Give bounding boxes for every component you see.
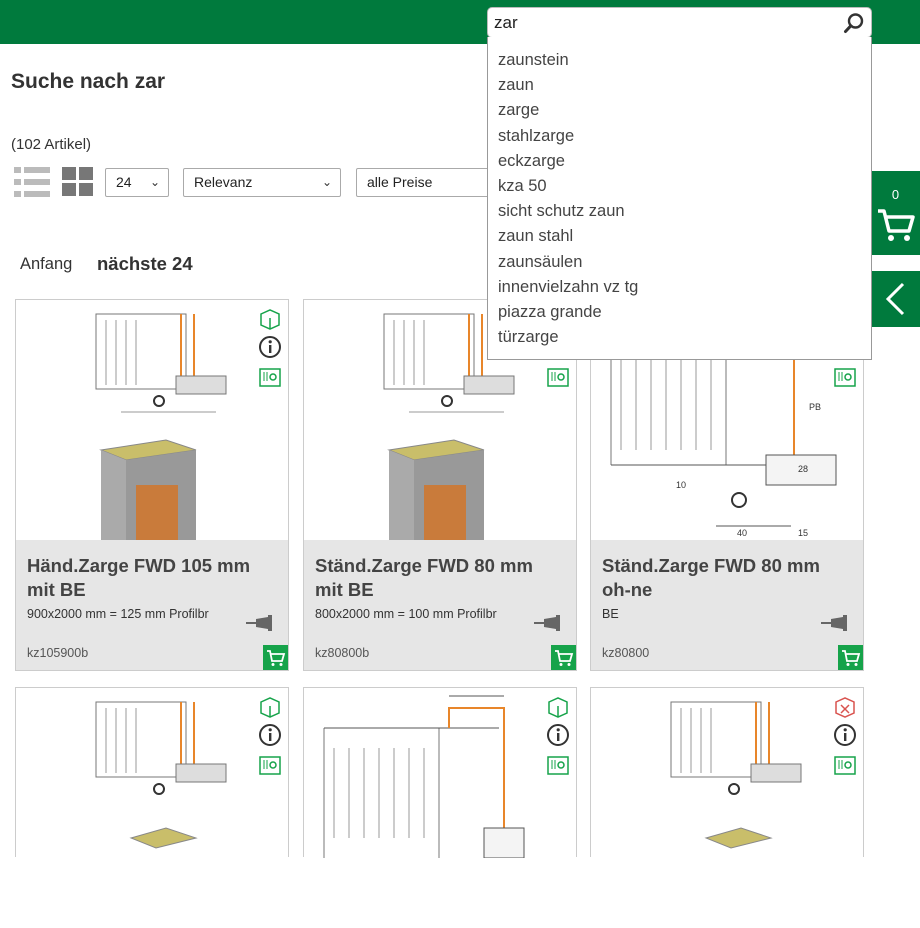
price-value: alle Preise [367,174,433,190]
product-card[interactable]: Händ.Zarge FWD 105 mm mit BE 900x2000 mm… [15,299,289,671]
dim-pb-label: PB [809,402,821,412]
product-info: Ständ.Zarge FWD 80 mm oh-ne BE kz80800 [591,540,863,670]
info-icon[interactable] [258,723,282,747]
product-name[interactable]: Ständ.Zarge FWD 80 mm oh-ne [602,554,852,602]
price-select[interactable]: alle Preise [356,168,496,197]
box-icon [546,695,570,719]
info-icon[interactable] [258,335,282,359]
not-in-stock-icon [833,695,857,719]
info-icon[interactable] [546,723,570,747]
box-icon [258,695,282,719]
suggestion-item[interactable]: kza 50 [488,174,871,199]
pin-icon[interactable] [534,615,562,631]
suggestion-item[interactable]: stahlzarge [488,124,871,149]
pin-icon[interactable] [246,615,274,631]
add-to-cart-button[interactable] [263,645,288,670]
product-sku: kz80800b [315,646,370,660]
product-name[interactable]: Händ.Zarge FWD 105 mm mit BE [27,554,277,602]
datasheet-icon[interactable] [546,366,570,390]
suggestion-item[interactable]: zaun stahl [488,224,871,249]
sort-select[interactable]: Relevanz ⌄ [183,168,341,197]
chevron-down-icon: ⌄ [321,175,332,189]
product-image [591,688,863,928]
suggestion-item[interactable]: türzarge [488,325,871,350]
product-description: BE [602,607,619,621]
product-info: Händ.Zarge FWD 105 mm mit BE 900x2000 mm… [16,540,288,670]
product-card[interactable] [590,687,864,928]
chevron-left-icon [884,282,906,321]
pager-next-link[interactable]: nächste 24 [97,253,193,275]
dim-15-label: 15 [798,528,808,538]
chevron-down-icon: ⌄ [149,175,160,189]
product-image [304,688,576,928]
suggestion-item[interactable]: zaunstein [488,48,871,73]
datasheet-icon[interactable] [546,754,570,778]
result-count: (102 Artikel) [11,136,92,153]
datasheet-icon[interactable] [833,366,857,390]
sort-value: Relevanz [194,174,253,190]
info-icon[interactable] [833,723,857,747]
suggestion-item[interactable]: zaun [488,73,871,98]
suggestion-item[interactable]: eckzarge [488,149,871,174]
page-title: Suche nach zar [11,70,166,93]
search-suggestions: zaunstein zaun zarge stahlzarge eckzarge… [487,37,872,360]
suggestion-item[interactable]: piazza grande [488,300,871,325]
product-sku: kz105900b [27,646,89,660]
per-page-value: 24 [116,174,132,190]
search-box[interactable] [487,7,872,38]
collapse-panel-button[interactable] [871,271,920,327]
search-input[interactable] [494,12,834,34]
product-name[interactable]: Ständ.Zarge FWD 80 mm mit BE [315,554,565,602]
dim-28-label: 28 [798,464,808,474]
suggestion-item[interactable]: sicht schutz zaun [488,199,871,224]
pin-icon[interactable] [821,615,849,631]
suggestion-item[interactable]: zaunsäulen [488,250,871,275]
product-image [16,688,288,928]
cart-icon [876,207,916,248]
product-image [16,300,288,540]
cart-button[interactable]: 0 [871,171,920,255]
product-card[interactable] [15,687,289,928]
datasheet-icon[interactable] [258,366,282,390]
list-view-icon[interactable] [14,167,50,197]
add-to-cart-button[interactable] [838,645,863,670]
add-to-cart-button[interactable] [551,645,576,670]
suggestion-item[interactable]: zarge [488,98,871,123]
grid-view-icon[interactable] [62,167,94,197]
per-page-select[interactable]: 24 ⌄ [105,168,169,197]
product-description: 900x2000 mm = 125 mm Profilbr [27,607,209,621]
dim-40-label: 40 [737,528,747,538]
search-icon[interactable] [843,12,865,34]
suggestion-item[interactable]: innenvielzahn vz tg [488,275,871,300]
pager-start-link[interactable]: Anfang [20,255,72,274]
product-sku: kz80800 [602,646,650,660]
product-info: Ständ.Zarge FWD 80 mm mit BE 800x2000 mm… [304,540,576,670]
product-description: 800x2000 mm = 100 mm Profilbr [315,607,497,621]
datasheet-icon[interactable] [258,754,282,778]
product-card[interactable] [303,687,577,928]
box-icon [258,307,282,331]
cart-count: 0 [891,187,900,202]
datasheet-icon[interactable] [833,754,857,778]
dim-10-label: 10 [676,480,686,490]
